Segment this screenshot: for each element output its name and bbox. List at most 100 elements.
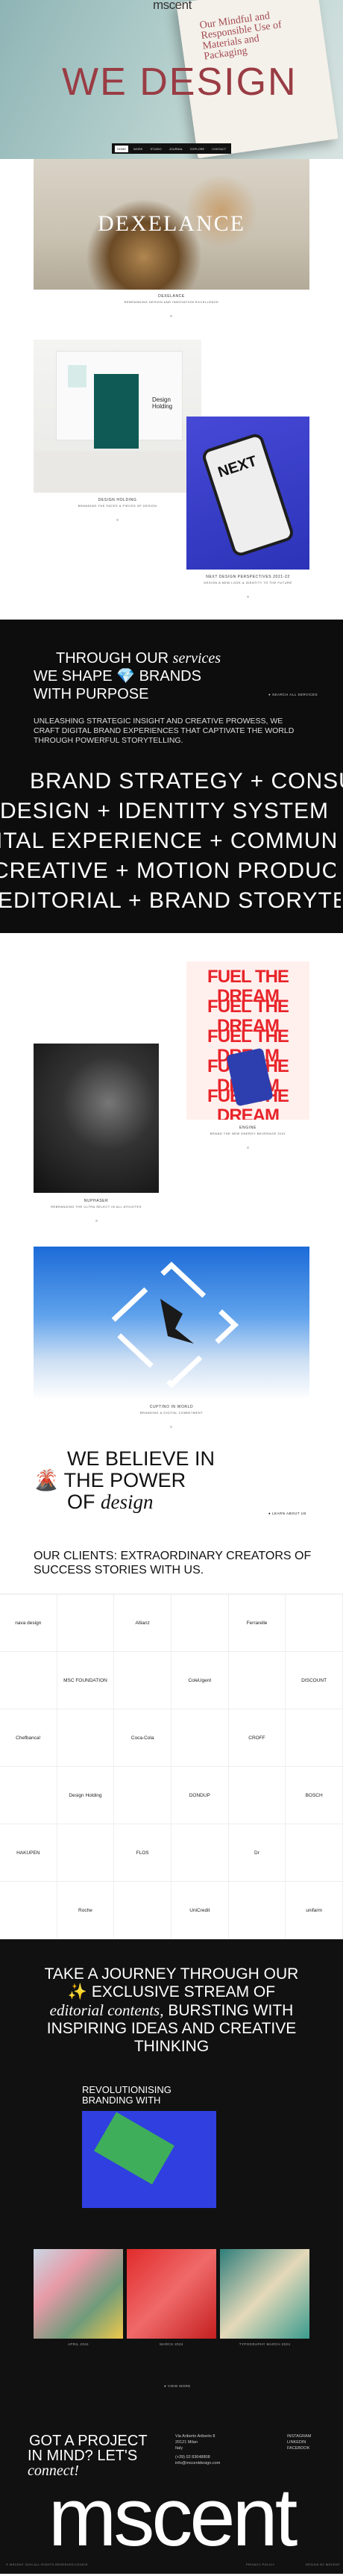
copyright: © MSCENT 2024 ALL RIGHTS RESERVED xyxy=(6,2563,75,2566)
privacy-link[interactable]: PRIVACY POLICY xyxy=(246,2563,275,2566)
client-cell xyxy=(286,1824,343,1882)
project-engine-image[interactable]: FUEL THE DREAM FUEL THE DREAM FUEL THE D… xyxy=(186,961,309,1120)
client-logo: Ferrarelle xyxy=(246,1620,268,1626)
floor xyxy=(34,452,201,493)
heading-text: OF xyxy=(67,1491,95,1513)
client-cell xyxy=(0,1882,57,1939)
client-cell: DONDUP xyxy=(172,1767,229,1824)
project-title[interactable]: DEXELANCE xyxy=(34,294,309,299)
client-logo: BOSCH xyxy=(305,1792,323,1798)
project-cuptino-image[interactable] xyxy=(34,1247,309,1400)
marquee-line: EDITORIAL + BRAND STORYTELLING xyxy=(0,888,341,913)
client-cell xyxy=(57,1594,115,1652)
client-cell: DISCOUNT xyxy=(286,1652,343,1709)
featured-article-image[interactable] xyxy=(82,2111,216,2208)
marquee-line: ITAL EXPERIENCE + COMMUNICATION xyxy=(0,829,339,853)
heading-line: THROUGH OUR xyxy=(56,650,169,667)
project-title[interactable]: CUPTINO IN WORLD xyxy=(34,1405,309,1409)
featured-title[interactable]: REVOLUTIONISING BRANDING WITH xyxy=(82,2085,194,2106)
article-thumb[interactable] xyxy=(220,2249,309,2339)
dot-icon xyxy=(170,1418,172,1432)
wall: Design Holding xyxy=(56,351,183,449)
client-cell xyxy=(228,1882,286,1939)
nav-contact[interactable]: Contact xyxy=(210,146,228,152)
nav-work[interactable]: Work xyxy=(131,146,145,152)
nav-explore[interactable]: Explore xyxy=(188,146,207,152)
client-cell: CROFF xyxy=(228,1709,286,1767)
project-title[interactable]: ENGINE xyxy=(186,1126,309,1130)
project-next-image[interactable]: NEXT xyxy=(186,417,309,570)
address-line: 20121 Milan xyxy=(175,2440,198,2445)
hero-section: Our Mindful and Responsible Use of Mater… xyxy=(0,0,343,159)
client-cell xyxy=(228,1652,286,1709)
believe-heading: WE BELIEVE IN 🌋 THE POWER OF design xyxy=(34,1448,215,1513)
client-cell xyxy=(57,1824,115,1882)
client-logo: unifarm xyxy=(306,1907,322,1913)
client-cell: Ferrarelle xyxy=(228,1594,286,1652)
client-cell xyxy=(286,1594,343,1652)
client-cell: MSC FOUNDATION xyxy=(57,1652,115,1709)
client-cell: HAKUPEN xyxy=(0,1824,57,1882)
client-logo: Chefbanca! xyxy=(16,1735,41,1741)
client-cell: Design Holding xyxy=(57,1767,115,1824)
client-cell xyxy=(114,1882,172,1939)
main-nav: Home Work Studio Journal Explore Contact xyxy=(112,143,232,154)
design-holding-label: Design Holding xyxy=(152,396,173,410)
heading-line: 🌋 THE POWER xyxy=(34,1470,215,1491)
client-cell: Roche xyxy=(57,1882,115,1939)
blocks-graphic xyxy=(94,2112,174,2185)
services-section: THROUGH OUR services WE SHAPE 💎 BRANDS W… xyxy=(0,620,343,933)
client-logo: DISCOUNT xyxy=(301,1677,327,1683)
dot-icon xyxy=(247,1139,249,1153)
project-title[interactable]: NEXT DESIGN PERSPECTIVES 2021-22 xyxy=(186,575,309,579)
client-cell: Dr xyxy=(228,1824,286,1882)
search-services-link[interactable]: ● SEARCH ALL SERVICES xyxy=(268,693,318,696)
client-cell: ColeUgent xyxy=(172,1652,229,1709)
marquee-line: CREATIVE + MOTION PRODUCTION xyxy=(0,858,336,883)
cookie-link[interactable]: COOKIE xyxy=(75,2563,88,2566)
client-logo: Design Holding xyxy=(69,1792,102,1798)
nav-journal[interactable]: Journal xyxy=(167,146,186,152)
social-linkedin[interactable]: LINKEDIN xyxy=(287,2439,311,2445)
client-logo: DONDUP xyxy=(189,1792,210,1798)
project-dexelance-image[interactable]: DEXELANCE xyxy=(34,159,309,290)
social-instagram[interactable]: INSTAGRAM xyxy=(287,2433,311,2439)
view-more-link[interactable]: ● VIEW MORE xyxy=(164,2384,191,2388)
client-cell xyxy=(228,1767,286,1824)
nav-studio[interactable]: Studio xyxy=(148,146,163,152)
client-cell: FLOS xyxy=(114,1824,172,1882)
client-logo: UniCredit xyxy=(189,1907,210,1913)
cuptino-graphic xyxy=(104,1262,239,1388)
project-title[interactable]: NUPHASER xyxy=(34,1199,159,1203)
article-thumb[interactable] xyxy=(127,2249,216,2339)
phone-link[interactable]: (+39) 02 83648808 xyxy=(175,2454,220,2460)
article-caption: MARCH 2024 xyxy=(160,2342,183,2346)
project-title[interactable]: DESIGN HOLDING xyxy=(34,498,201,502)
project-design-holding-image[interactable]: Design Holding xyxy=(34,340,201,493)
project-subtitle: REBRANDING THE ULTRA SELECT IN ALL ATHLE… xyxy=(51,1205,142,1209)
client-logo: Coca-Cola xyxy=(130,1735,154,1741)
client-cell: unifarm xyxy=(286,1882,343,1939)
address-block: Via Ariberto Ariberto 8 20121 Milan Ital… xyxy=(175,2433,220,2466)
client-cell xyxy=(172,1594,229,1652)
door xyxy=(94,374,139,449)
book-text: Our Mindful and Responsible Use of Mater… xyxy=(198,10,283,63)
heading-line: TAKE A JOURNEY THROUGH OUR xyxy=(44,1965,299,1983)
project-nuphaser-image[interactable] xyxy=(34,1044,159,1193)
client-logo: Allianz xyxy=(135,1620,150,1626)
logo[interactable]: mscent xyxy=(153,0,192,13)
poster xyxy=(68,365,86,387)
hero-title: WE DESIGN xyxy=(62,60,298,104)
learn-about-us-link[interactable]: ● LEARN ABOUT US xyxy=(268,1512,306,1515)
client-cell: nava design xyxy=(0,1594,57,1652)
client-logo: Roche xyxy=(78,1907,92,1913)
client-logo: MSC FOUNDATION xyxy=(63,1677,107,1683)
cta-label: SEARCH ALL SERVICES xyxy=(271,693,318,696)
email-link[interactable]: info@mscentdesign.com xyxy=(175,2460,220,2466)
social-facebook[interactable]: FACEBOOK xyxy=(287,2445,311,2451)
dot-icon xyxy=(170,308,172,321)
heading-line: GOT A PROJECT xyxy=(29,2433,148,2449)
nav-home[interactable]: Home xyxy=(115,145,128,152)
article-thumb[interactable] xyxy=(34,2249,123,2339)
project-subtitle: BRANDING THE FACES & PIECES OF DESIGN xyxy=(78,504,157,508)
